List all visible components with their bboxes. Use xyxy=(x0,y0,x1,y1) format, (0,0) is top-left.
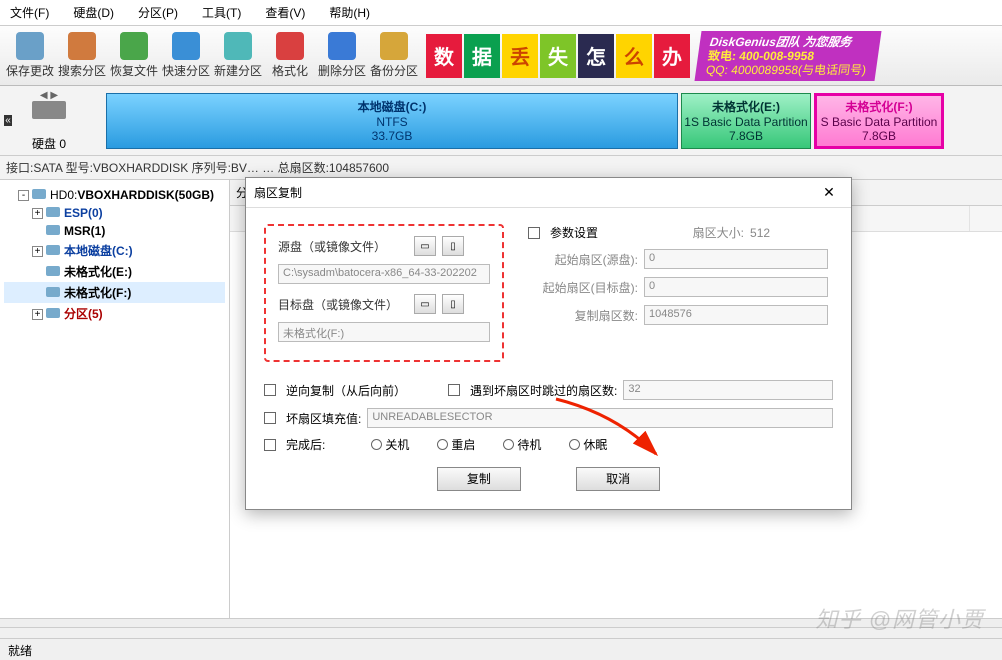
tree-node[interactable]: 未格式化(F:) xyxy=(4,282,225,303)
toolbar-button[interactable]: 保存更改 xyxy=(4,32,56,79)
tree-node[interactable]: MSR(1) xyxy=(4,222,225,240)
after-option[interactable]: 关机 xyxy=(371,436,409,453)
banner-char: 么 xyxy=(616,34,652,78)
after-option[interactable]: 休眠 xyxy=(569,436,607,453)
disk-tree[interactable]: -HD0:VBOXHARDDISK(50GB)+ESP(0)MSR(1)+本地磁… xyxy=(0,180,230,618)
partition-block[interactable]: 本地磁盘(C:)NTFS33.7GB xyxy=(106,93,678,149)
target-disk-button[interactable]: ▭ xyxy=(414,294,436,314)
fill-input[interactable]: UNREADABLESECTOR xyxy=(367,408,833,428)
banner-char: 怎 xyxy=(578,34,614,78)
fill-label: 坏扇区填充值: xyxy=(286,410,361,427)
menu-item[interactable]: 工具(T) xyxy=(196,2,247,23)
tree-node[interactable]: 未格式化(E:) xyxy=(4,261,225,282)
after-option[interactable]: 待机 xyxy=(503,436,541,453)
banner-char: 据 xyxy=(464,34,500,78)
start-dst-input[interactable]: 0 xyxy=(644,277,828,297)
copy-button[interactable]: 复制 xyxy=(437,467,521,491)
disk-icon: ◀ ▶ 硬盘 0 xyxy=(14,90,84,152)
sector-size-value: 512 xyxy=(750,226,770,240)
dialog-title: 扇区复制 xyxy=(254,184,302,201)
source-target-box: 源盘（或镜像文件） ▭ ▯ C:\sysadm\batocera-x86_64-… xyxy=(264,224,504,362)
menu-item[interactable]: 文件(F) xyxy=(4,2,55,23)
source-path: C:\sysadm\batocera-x86_64-33-202202 xyxy=(278,264,490,284)
menu-item[interactable]: 查看(V) xyxy=(259,2,311,23)
after-label: 完成后: xyxy=(286,436,325,453)
banner-char: 丢 xyxy=(502,34,538,78)
banner-char: 失 xyxy=(540,34,576,78)
tree-node[interactable]: +分区(5) xyxy=(4,303,225,324)
after-checkbox[interactable] xyxy=(264,439,276,451)
reverse-label: 逆向复制（从后向前） xyxy=(286,382,406,399)
menu-bar: 文件(F) 硬盘(D) 分区(P) 工具(T) 查看(V) 帮助(H) xyxy=(0,0,1002,26)
menu-item[interactable]: 硬盘(D) xyxy=(67,2,120,23)
cancel-button[interactable]: 取消 xyxy=(576,467,660,491)
start-dst-label: 起始扇区(目标盘): xyxy=(528,279,638,296)
reverse-checkbox[interactable] xyxy=(264,384,276,396)
skip-checkbox[interactable] xyxy=(448,384,460,396)
banner-tel: 致电: 400-008-9958 xyxy=(707,49,869,63)
start-src-label: 起始扇区(源盘): xyxy=(528,251,638,268)
toolbar-button[interactable]: 恢复文件 xyxy=(108,32,160,79)
partition-bar: « ◀ ▶ 硬盘 0 本地磁盘(C:)NTFS33.7GB未格式化(E:)1S … xyxy=(0,86,1002,156)
source-disk-button[interactable]: ▭ xyxy=(414,236,436,256)
tree-node[interactable]: -HD0:VBOXHARDDISK(50GB) xyxy=(4,186,225,204)
banner-title: DiskGenius团队 为您服务 xyxy=(709,35,871,49)
banner: 数据丢失怎么办 DiskGenius团队 为您服务 致电: 400-008-99… xyxy=(426,30,878,82)
tree-node[interactable]: +本地磁盘(C:) xyxy=(4,240,225,261)
skip-label: 遇到坏扇区时跳过的扇区数: xyxy=(470,382,617,399)
toolbar-button[interactable]: 搜索分区 xyxy=(56,32,108,79)
sector-size-label: 扇区大小: xyxy=(634,224,744,241)
banner-char: 数 xyxy=(426,34,462,78)
skip-input[interactable]: 32 xyxy=(623,380,833,400)
banner-char: 办 xyxy=(654,34,690,78)
param-checkbox[interactable] xyxy=(528,227,540,239)
close-icon[interactable]: ✕ xyxy=(815,184,843,201)
target-label: 目标盘（或镜像文件） xyxy=(278,296,408,313)
target-file-button[interactable]: ▯ xyxy=(442,294,464,314)
menu-item[interactable]: 帮助(H) xyxy=(323,2,376,23)
source-label: 源盘（或镜像文件） xyxy=(278,238,408,255)
start-src-input[interactable]: 0 xyxy=(644,249,828,269)
toolbar-button[interactable]: 格式化 xyxy=(264,32,316,79)
fill-checkbox[interactable] xyxy=(264,412,276,424)
toolbar: 保存更改搜索分区恢复文件快速分区新建分区格式化删除分区备份分区 数据丢失怎么办 … xyxy=(0,26,1002,86)
toolbar-button[interactable]: 备份分区 xyxy=(368,32,420,79)
partition-block[interactable]: 未格式化(E:)1S Basic Data Partition7.8GB xyxy=(681,93,811,149)
toolbar-button[interactable]: 快速分区 xyxy=(160,32,212,79)
copy-count-input[interactable]: 1048576 xyxy=(644,305,828,325)
source-file-button[interactable]: ▯ xyxy=(442,236,464,256)
copy-count-label: 复制扇区数: xyxy=(528,307,638,324)
after-option[interactable]: 重启 xyxy=(437,436,475,453)
menu-item[interactable]: 分区(P) xyxy=(132,2,184,23)
toolbar-button[interactable]: 新建分区 xyxy=(212,32,264,79)
param-label: 参数设置 xyxy=(550,224,598,241)
toolbar-button[interactable]: 删除分区 xyxy=(316,32,368,79)
tree-node[interactable]: +ESP(0) xyxy=(4,204,225,222)
status-bar: 就绪 xyxy=(0,638,1002,660)
target-path: 未格式化(F:) xyxy=(278,322,490,342)
partition-block[interactable]: 未格式化(F:)S Basic Data Partition7.8GB xyxy=(814,93,944,149)
sector-copy-dialog: 扇区复制 ✕ 源盘（或镜像文件） ▭ ▯ C:\sysadm\batocera-… xyxy=(245,177,852,510)
banner-qq: QQ: 4000089958(与电话同号) xyxy=(705,63,867,77)
